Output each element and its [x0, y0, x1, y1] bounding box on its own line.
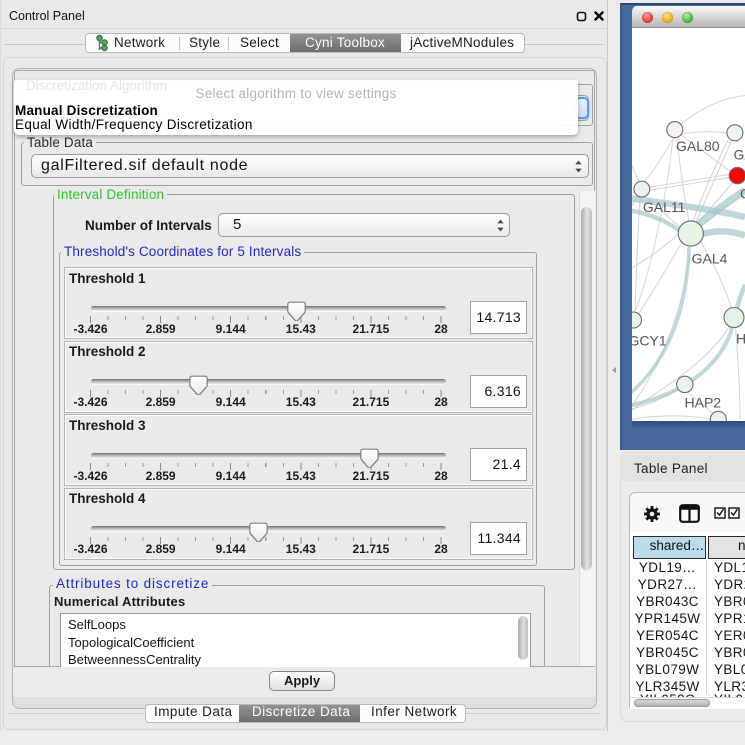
svg-text:GAL11: GAL11 — [643, 199, 686, 215]
svg-text:GA: GA — [734, 147, 745, 163]
svg-text:GAL4: GAL4 — [692, 251, 728, 267]
svg-text:GAL80: GAL80 — [676, 138, 720, 154]
svg-text:HI: HI — [736, 331, 745, 347]
svg-text:CY: CY — [740, 186, 745, 202]
svg-text:GCY1: GCY1 — [632, 333, 667, 349]
svg-text:HAP2: HAP2 — [685, 395, 722, 411]
